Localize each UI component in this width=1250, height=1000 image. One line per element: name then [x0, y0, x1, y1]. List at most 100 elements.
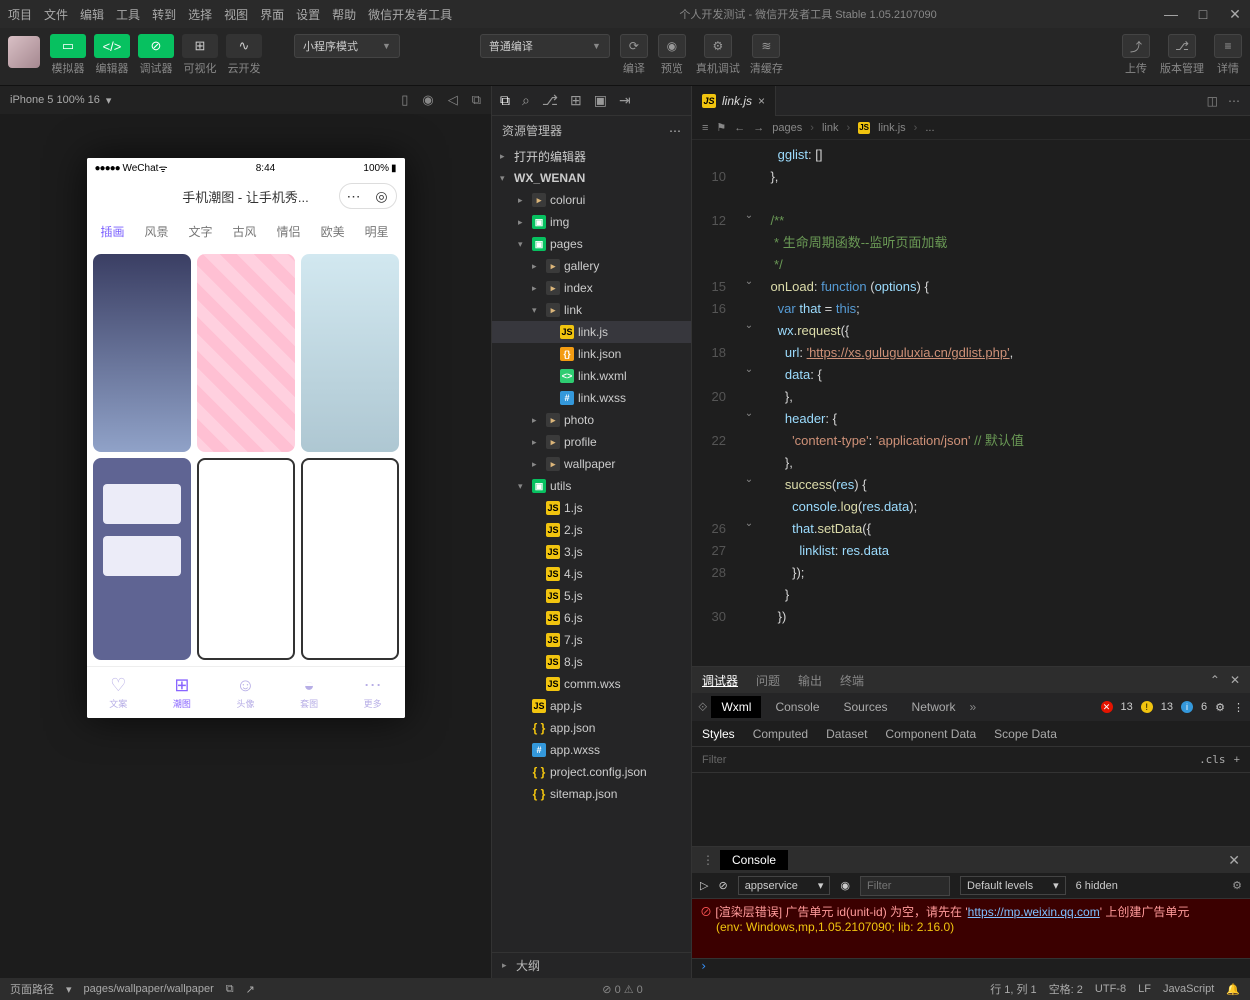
tabbar-item[interactable]: ⋯更多 [341, 667, 405, 718]
category-tab[interactable]: 风景 [135, 223, 179, 240]
tree-item[interactable]: JS 2.js [492, 519, 691, 541]
menu-item[interactable]: 选择 [188, 6, 212, 23]
editor-tab[interactable]: JS link.js × [692, 86, 776, 116]
context-select[interactable]: appservice▾ [738, 876, 831, 895]
files-icon[interactable]: ⧉ [500, 92, 510, 109]
tabbar-item[interactable]: ◒套图 [277, 667, 341, 718]
more-editor-icon[interactable]: ⋯ [1228, 94, 1240, 108]
code-area[interactable]: 1012151618202226272830 ⌄⌄⌄⌄⌄⌄⌄ gglist: [… [692, 140, 1250, 666]
visual-button[interactable]: ⊞ [182, 34, 218, 58]
tree-item[interactable]: JS 1.js [492, 497, 691, 519]
category-tab[interactable]: 欧美 [311, 223, 355, 240]
tab-problems[interactable]: 问题 [756, 672, 780, 689]
simulator-button[interactable]: ▭ [50, 34, 86, 58]
box-icon[interactable]: ▣ [594, 92, 607, 109]
menu-item[interactable]: 工具 [116, 6, 140, 23]
tree-item[interactable]: { } app.json [492, 717, 691, 739]
scene-icon[interactable]: ↗ [246, 983, 255, 996]
subtab-computed[interactable]: Computed [753, 727, 808, 741]
cls-toggle[interactable]: .cls [1199, 753, 1226, 766]
back-icon[interactable]: ← [734, 122, 745, 134]
add-style-icon[interactable]: + [1234, 754, 1240, 766]
subtab-component[interactable]: Component Data [885, 727, 976, 741]
hidden-count[interactable]: 6 hidden [1076, 880, 1118, 892]
mode-select[interactable]: 小程序模式▼ [294, 34, 400, 58]
language[interactable]: JavaScript [1163, 983, 1214, 995]
list-icon[interactable]: ≡ [702, 122, 708, 134]
preview-button[interactable]: ◉ [658, 34, 686, 58]
outline-section[interactable]: ▸大纲 [492, 952, 691, 978]
tree-item[interactable]: JS link.js [492, 321, 691, 343]
wallpaper-thumb[interactable] [93, 254, 191, 452]
tree-item[interactable]: JS 8.js [492, 651, 691, 673]
mute-icon[interactable]: ◁ [448, 92, 458, 108]
tree-item[interactable]: {} link.json [492, 343, 691, 365]
user-avatar[interactable] [8, 36, 40, 68]
console-caret-icon[interactable]: ⋮ [702, 853, 714, 867]
menu-item[interactable]: 转到 [152, 6, 176, 23]
chevron-up-icon[interactable]: ⌃ [1210, 673, 1220, 687]
record-icon[interactable]: ◉ [422, 92, 433, 108]
menu-item[interactable]: 编辑 [80, 6, 104, 23]
wallpaper-thumb[interactable] [301, 458, 399, 660]
upload-button[interactable]: ⤴ [1122, 34, 1150, 58]
cloud-button[interactable]: ∿ [226, 34, 262, 58]
menu-item[interactable]: 设置 [296, 6, 320, 23]
split-icon[interactable]: ◫ [1207, 94, 1218, 108]
version-button[interactable]: ⎇ [1168, 34, 1196, 58]
tree-item[interactable]: ▸▸ gallery [492, 255, 691, 277]
bell-icon[interactable]: 🔔 [1226, 983, 1240, 996]
wallpaper-thumb[interactable] [301, 254, 399, 452]
device-dropdown-icon[interactable]: ▾ [106, 94, 112, 107]
tree-item[interactable]: ▸▸ profile [492, 431, 691, 453]
phone-icon[interactable]: ▯ [401, 92, 408, 108]
encoding[interactable]: UTF-8 [1095, 983, 1126, 995]
console-gear-icon[interactable]: ⚙ [1232, 879, 1242, 892]
minimize-icon[interactable]: — [1164, 6, 1178, 23]
wallpaper-thumb[interactable] [197, 458, 295, 660]
menu-item[interactable]: 文件 [44, 6, 68, 23]
compile-button[interactable]: ⟳ [620, 34, 648, 58]
capsule-button[interactable]: ⋯◎ [339, 183, 397, 209]
menu-item[interactable]: 项目 [8, 6, 32, 23]
wallpaper-thumb[interactable] [93, 458, 191, 660]
filter-placeholder[interactable]: Filter [702, 754, 726, 766]
debugger-button[interactable]: ⊘ [138, 34, 174, 58]
menu-item[interactable]: 界面 [260, 6, 284, 23]
console-tab[interactable]: Console [720, 850, 788, 870]
open-editors-section[interactable]: ▸打开的编辑器 [492, 145, 691, 167]
category-tab[interactable]: 情侣 [267, 223, 311, 240]
tree-item[interactable]: JS 4.js [492, 563, 691, 585]
console-filter-input[interactable] [860, 876, 950, 896]
inspector-icon[interactable]: ⟐ [698, 700, 707, 715]
menu-item[interactable]: 视图 [224, 6, 248, 23]
details-button[interactable]: ≡ [1214, 34, 1242, 58]
copy-icon[interactable]: ⧉ [472, 92, 481, 108]
subtab-scope[interactable]: Scope Data [994, 727, 1057, 741]
cursor-pos[interactable]: 行 1, 列 1 [990, 981, 1036, 997]
tree-item[interactable]: ▸▸ photo [492, 409, 691, 431]
tree-item[interactable]: <> link.wxml [492, 365, 691, 387]
levels-select[interactable]: Default levels▾ [960, 876, 1066, 895]
maximize-icon[interactable]: □ [1196, 6, 1210, 23]
gear-icon[interactable]: ⚙ [1215, 701, 1225, 714]
category-tab[interactable]: 插画 [91, 223, 135, 240]
device-label[interactable]: iPhone 5 100% 16 [10, 94, 100, 106]
tree-item[interactable]: JS app.js [492, 695, 691, 717]
branch-icon[interactable]: ⎇ [542, 92, 558, 109]
close-tab-icon[interactable]: × [758, 94, 765, 108]
tab-wxml[interactable]: Wxml [711, 696, 761, 718]
category-tab[interactable]: 古风 [223, 223, 267, 240]
tab-network[interactable]: Network [902, 696, 966, 718]
tabbar-item[interactable]: ♡文案 [87, 667, 151, 718]
grid-icon[interactable]: ⊞ [570, 92, 582, 109]
wallpaper-thumb[interactable] [197, 254, 295, 452]
category-tab[interactable]: 文字 [179, 223, 223, 240]
close-panel-icon[interactable]: ✕ [1230, 673, 1240, 687]
subtab-styles[interactable]: Styles [702, 727, 735, 741]
tree-item[interactable]: JS 3.js [492, 541, 691, 563]
more-tabs-icon[interactable]: » [970, 700, 977, 714]
category-tab[interactable]: 明星 [355, 223, 399, 240]
project-section[interactable]: ▾WX_WENAN [492, 167, 691, 189]
search-icon[interactable]: ⌕ [522, 92, 530, 109]
